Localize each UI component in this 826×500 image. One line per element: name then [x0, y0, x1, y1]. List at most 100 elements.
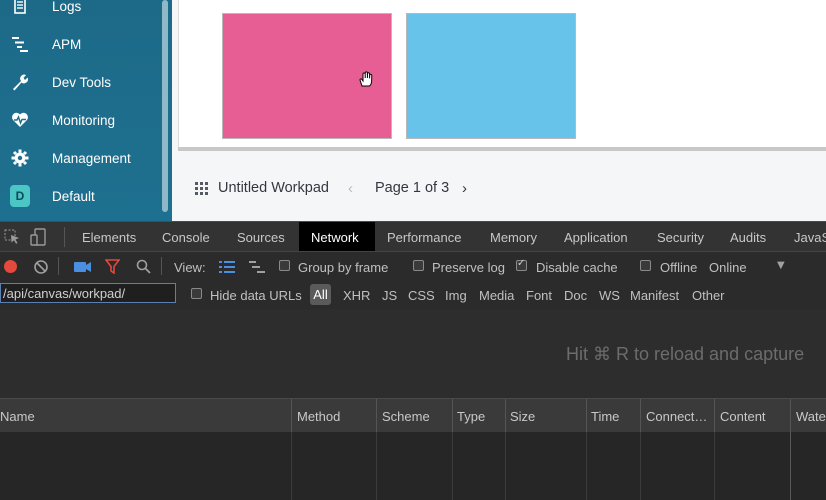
column-divider[interactable] — [452, 399, 453, 433]
column-divider — [790, 432, 791, 500]
tab-network-label: Network — [311, 230, 359, 245]
disable-cache-checkbox[interactable] — [516, 258, 527, 271]
filter-type-img[interactable]: Img — [445, 288, 467, 303]
next-page-button[interactable]: › — [462, 180, 467, 197]
filter-input[interactable] — [0, 283, 176, 303]
inspect-element-icon[interactable] — [4, 229, 20, 245]
blue-shape-element[interactable] — [406, 13, 576, 139]
tab-application[interactable]: Application — [564, 230, 628, 245]
column-connection[interactable]: Connect… — [646, 409, 707, 424]
column-divider[interactable] — [291, 399, 292, 433]
view-label: View: — [174, 260, 206, 275]
tab-console[interactable]: Console — [162, 230, 210, 245]
sidebar-item-label: Logs — [52, 0, 82, 14]
throttle-select[interactable]: Online — [709, 260, 747, 275]
heartbeat-icon — [10, 110, 30, 130]
column-size[interactable]: Size — [510, 409, 535, 424]
clear-icon[interactable] — [33, 259, 49, 275]
search-icon[interactable] — [136, 259, 151, 274]
filter-type-media[interactable]: Media — [479, 288, 514, 303]
column-divider — [376, 432, 377, 500]
column-name[interactable]: Name — [0, 409, 35, 424]
offline-label[interactable]: Offline — [660, 260, 697, 275]
record-icon[interactable] — [4, 260, 17, 273]
column-divider[interactable] — [376, 399, 377, 433]
tab-network[interactable]: Network — [299, 222, 375, 252]
filter-type-manifest[interactable]: Manifest — [630, 288, 679, 303]
column-divider[interactable] — [714, 399, 715, 433]
group-by-frame-label[interactable]: Group by frame — [298, 260, 388, 275]
sidebar-item-default-space[interactable]: D Default — [0, 181, 162, 211]
reload-hint: Hit ⌘ R to reload and capture — [566, 344, 805, 364]
column-divider[interactable] — [586, 399, 587, 433]
hide-data-urls-checkbox[interactable] — [191, 288, 202, 299]
gear-icon — [10, 148, 30, 168]
column-type[interactable]: Type — [457, 409, 485, 424]
column-divider — [714, 432, 715, 500]
filter-icon[interactable] — [104, 259, 121, 275]
network-overview-area: Hit ⌘ R to reload and capture — [0, 309, 826, 398]
sidebar-item-management[interactable]: Management — [0, 143, 162, 173]
hand-cursor-icon — [357, 70, 375, 88]
space-avatar: D — [10, 185, 30, 207]
tab-elements[interactable]: Elements — [82, 230, 136, 245]
disable-cache-label[interactable]: Disable cache — [536, 260, 618, 275]
sidebar-item-dev-tools[interactable]: Dev Tools — [0, 67, 162, 97]
tab-security[interactable]: Security — [657, 230, 704, 245]
chevron-down-icon[interactable]: ▼ — [777, 260, 785, 271]
offline-checkbox[interactable] — [640, 260, 651, 271]
prev-page-button[interactable]: ‹ — [348, 180, 353, 197]
sidebar-item-logs[interactable]: Logs — [0, 0, 162, 21]
column-divider — [586, 432, 587, 500]
filter-type-js[interactable]: JS — [382, 288, 397, 303]
tab-javascript[interactable]: JavaS — [794, 230, 826, 245]
filter-type-ws[interactable]: WS — [599, 288, 620, 303]
divider — [161, 257, 162, 275]
column-divider — [505, 432, 506, 500]
screenshot-camera-icon[interactable] — [74, 260, 92, 272]
device-toolbar-icon[interactable] — [30, 228, 48, 246]
network-table-header: Name Method Scheme Type Size Time Connec… — [0, 398, 826, 434]
wrench-icon — [10, 72, 30, 92]
column-waterfall[interactable]: Wate — [796, 409, 826, 424]
apm-icon — [10, 34, 30, 54]
filter-type-xhr[interactable]: XHR — [343, 288, 370, 303]
workpad-title[interactable]: Untitled Workpad — [218, 180, 329, 196]
divider — [58, 257, 59, 275]
tab-performance[interactable]: Performance — [387, 230, 461, 245]
column-scheme[interactable]: Scheme — [382, 409, 430, 424]
sidebar-scrollbar[interactable] — [162, 0, 168, 212]
filter-type-all[interactable]: All — [310, 284, 331, 305]
sidebar-item-label: Management — [52, 150, 131, 166]
column-divider[interactable] — [640, 399, 641, 433]
filter-type-css[interactable]: CSS — [408, 288, 435, 303]
sidebar-item-monitoring[interactable]: Monitoring — [0, 105, 162, 135]
sidebar-item-label: Dev Tools — [52, 74, 112, 90]
sidebar-item-label: Default — [52, 188, 95, 204]
column-divider[interactable] — [790, 399, 791, 433]
group-by-frame-checkbox[interactable] — [279, 260, 290, 271]
tab-sources[interactable]: Sources — [237, 230, 285, 245]
preserve-log-checkbox[interactable] — [413, 260, 424, 271]
preserve-log-label[interactable]: Preserve log — [432, 260, 505, 275]
devtools-tab-bar: Elements Console Sources Network Perform… — [0, 221, 826, 252]
network-filter-bar: Hide data URLs All XHR JS CSS Img Media … — [0, 281, 826, 310]
large-rows-icon[interactable] — [219, 260, 235, 273]
filter-type-doc[interactable]: Doc — [564, 288, 587, 303]
column-divider — [291, 432, 292, 500]
column-method[interactable]: Method — [297, 409, 340, 424]
column-time[interactable]: Time — [591, 409, 619, 424]
tab-audits[interactable]: Audits — [730, 230, 766, 245]
filter-type-other[interactable]: Other — [692, 288, 725, 303]
waterfall-overview-icon[interactable] — [249, 260, 265, 273]
page-indicator[interactable]: Page 1 of 3 — [375, 180, 449, 196]
column-divider[interactable] — [505, 399, 506, 433]
sidebar-item-apm[interactable]: APM — [0, 29, 162, 59]
tab-memory[interactable]: Memory — [490, 230, 537, 245]
column-content[interactable]: Content — [720, 409, 766, 424]
hide-data-urls-label[interactable]: Hide data URLs — [210, 288, 302, 303]
filter-type-font[interactable]: Font — [526, 288, 552, 303]
page-divider — [178, 147, 826, 151]
grid-icon[interactable] — [195, 182, 209, 196]
sidebar-item-label: Monitoring — [52, 112, 116, 128]
